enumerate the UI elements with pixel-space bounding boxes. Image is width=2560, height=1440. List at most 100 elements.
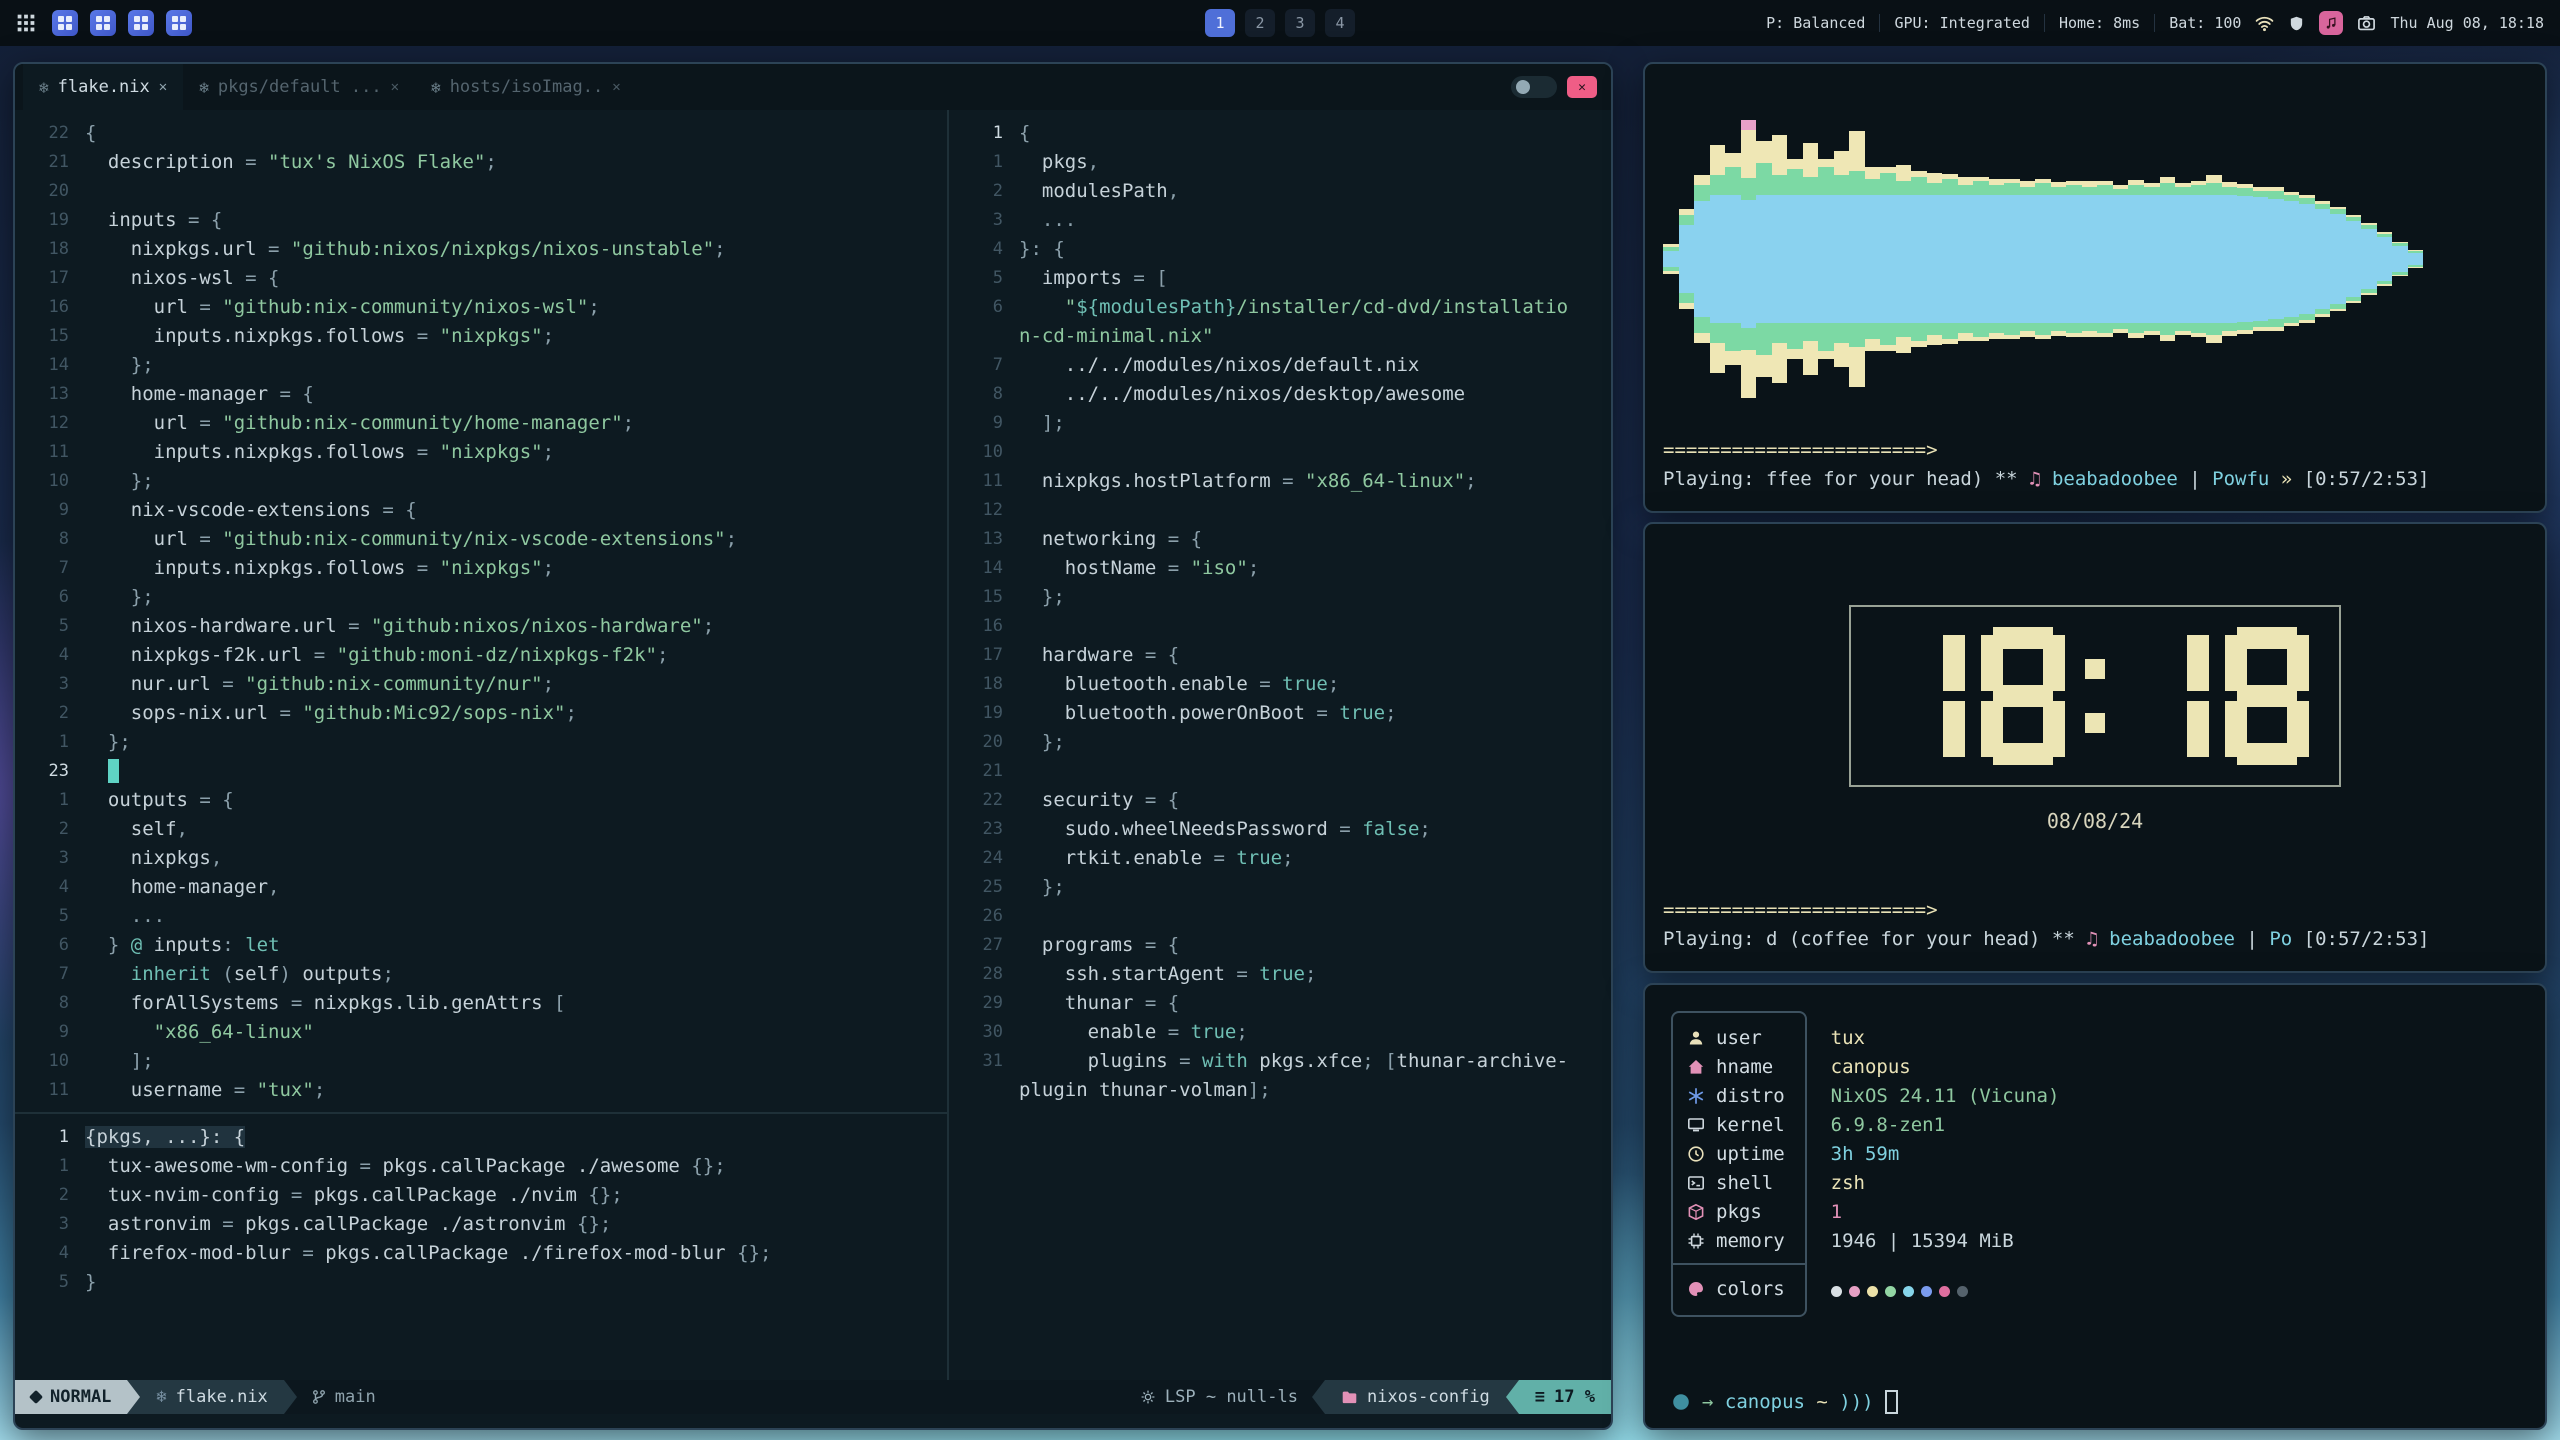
pane-iso-image[interactable]: 1{1 pkgs,2 modulesPath,3 ...4}: {5 impor… [949,110,1611,1380]
code-line[interactable]: 9 ]; [957,408,1611,437]
code-line[interactable]: 8 ../../modules/nixos/desktop/awesome [957,379,1611,408]
code-line[interactable]: 18 bluetooth.enable = true; [957,669,1611,698]
code-line[interactable]: 3 nixpkgs, [23,843,947,872]
tab-close-icon[interactable]: ✕ [159,79,167,95]
code-line[interactable]: 21 description = "tux's NixOS Flake"; [23,147,947,176]
code-line[interactable]: n-cd-minimal.nix" [957,321,1611,350]
tab-close-icon[interactable]: ✕ [391,79,399,95]
code-line[interactable]: 8 forAllSystems = nixpkgs.lib.genAttrs [ [23,988,947,1017]
code-line[interactable]: 1 outputs = { [23,785,947,814]
code-line[interactable]: 1{pkgs, ...}: { [23,1122,947,1151]
code-line[interactable]: 26 [957,901,1611,930]
code-line[interactable]: 3 ... [957,205,1611,234]
code-line[interactable]: 6 } @ inputs: let [23,930,947,959]
code-line[interactable]: 25 }; [957,872,1611,901]
code-line[interactable]: 3 nur.url = "github:nix-community/nur"; [23,669,947,698]
workspace-tag-4[interactable]: 4 [1325,9,1355,37]
code-line[interactable]: 5 imports = [ [957,263,1611,292]
code-line[interactable]: 23 sudo.wheelNeedsPassword = false; [957,814,1611,843]
workspace-tag-1[interactable]: 1 [1205,9,1235,37]
code-line[interactable]: 12 url = "github:nix-community/home-mana… [23,408,947,437]
workspace-tag-2[interactable]: 2 [1245,9,1275,37]
code-line[interactable]: 27 programs = { [957,930,1611,959]
code-line[interactable]: 19 bluetooth.powerOnBoot = true; [957,698,1611,727]
pinned-app-2-icon[interactable] [90,10,116,36]
code-line[interactable]: 23 [23,756,947,785]
code-line[interactable]: 20 }; [957,727,1611,756]
code-line[interactable]: 4}: { [957,234,1611,263]
code-line[interactable]: 6 "${modulesPath}/installer/cd-dvd/insta… [957,292,1611,321]
shell-prompt[interactable]: → canopus ~ ))) [1645,1390,2545,1428]
code-line[interactable]: 29 thunar = { [957,988,1611,1017]
code-line[interactable]: 1{ [957,118,1611,147]
code-line[interactable]: 30 enable = true; [957,1017,1611,1046]
code-line[interactable]: 3 astronvim = pkgs.callPackage ./astronv… [23,1209,947,1238]
code-line[interactable]: 11 username = "tux"; [23,1075,947,1104]
music-player-icon[interactable] [2319,11,2343,35]
pane-flake-nix[interactable]: 22{21 description = "tux's NixOS Flake";… [15,110,947,1112]
code-line[interactable]: 10 }; [23,466,947,495]
code-line[interactable]: 15 }; [957,582,1611,611]
app-grid-icon[interactable] [16,13,36,33]
clock-label[interactable]: Thu Aug 08, 18:18 [2390,14,2544,32]
code-line[interactable]: 21 [957,756,1611,785]
code-line[interactable]: 17 nixos-wsl = { [23,263,947,292]
code-line[interactable]: 2 tux-nvim-config = pkgs.callPackage ./n… [23,1180,947,1209]
code-line[interactable]: 6 }; [23,582,947,611]
workspace-tag-3[interactable]: 3 [1285,9,1315,37]
code-line[interactable]: 4 home-manager, [23,872,947,901]
code-line[interactable]: 7 inherit (self) outputs; [23,959,947,988]
code-line[interactable]: 15 inputs.nixpkgs.follows = "nixpkgs"; [23,321,947,350]
code-line[interactable]: 20 [23,176,947,205]
code-line[interactable]: plugin thunar-volman]; [957,1075,1611,1104]
code-line[interactable]: 4 firefox-mod-blur = pkgs.callPackage ./… [23,1238,947,1267]
code-line[interactable]: 24 rtkit.enable = true; [957,843,1611,872]
code-line[interactable]: 18 nixpkgs.url = "github:nixos/nixpkgs/n… [23,234,947,263]
code-line[interactable]: 2 sops-nix.url = "github:Mic92/sops-nix"… [23,698,947,727]
code-line[interactable]: 28 ssh.startAgent = true; [957,959,1611,988]
code-line[interactable]: 9 nix-vscode-extensions = { [23,495,947,524]
code-line[interactable]: 4 nixpkgs-f2k.url = "github:moni-dz/nixp… [23,640,947,669]
code-line[interactable]: 1 tux-awesome-wm-config = pkgs.callPacka… [23,1151,947,1180]
code-line[interactable]: 7 inputs.nixpkgs.follows = "nixpkgs"; [23,553,947,582]
code-line[interactable]: 19 inputs = { [23,205,947,234]
buffer-tab-pkgs-default-[interactable]: ❄pkgs/default ...✕ [183,64,415,110]
tab-close-icon[interactable]: ✕ [612,79,620,95]
code-line[interactable]: 11 inputs.nixpkgs.follows = "nixpkgs"; [23,437,947,466]
code-line[interactable]: 22 security = { [957,785,1611,814]
shield-icon[interactable] [2288,15,2305,32]
pinned-app-1-icon[interactable] [52,10,78,36]
code-line[interactable]: 1 pkgs, [957,147,1611,176]
code-line[interactable]: 8 url = "github:nix-community/nix-vscode… [23,524,947,553]
pane-pkgs-default-nix[interactable]: 1{pkgs, ...}: {1 tux-awesome-wm-config =… [15,1112,947,1380]
pinned-app-4-icon[interactable] [166,10,192,36]
camera-icon[interactable] [2357,14,2376,33]
code-line[interactable]: 16 url = "github:nix-community/nixos-wsl… [23,292,947,321]
buffer-tab-hosts-isoImag-[interactable]: ❄hosts/isoImag..✕ [415,64,637,110]
pinned-app-3-icon[interactable] [128,10,154,36]
code-line[interactable]: 5 nixos-hardware.url = "github:nixos/nix… [23,611,947,640]
buffer-tab-flake-nix[interactable]: ❄flake.nix✕ [23,64,183,110]
titlebar-toggle[interactable] [1511,76,1557,98]
code-line[interactable]: 14 hostName = "iso"; [957,553,1611,582]
code-line[interactable]: 13 networking = { [957,524,1611,553]
code-line[interactable]: 1 }; [23,727,947,756]
code-line[interactable]: 10 ]; [23,1046,947,1075]
code-line[interactable]: 2 self, [23,814,947,843]
code-line[interactable]: 5} [23,1267,947,1296]
window-close-button[interactable]: ✕ [1567,76,1597,98]
code-line[interactable]: 7 ../../modules/nixos/default.nix [957,350,1611,379]
code-line[interactable]: 11 nixpkgs.hostPlatform = "x86_64-linux"… [957,466,1611,495]
code-line[interactable]: 14 }; [23,350,947,379]
code-line[interactable]: 17 hardware = { [957,640,1611,669]
code-line[interactable]: 2 modulesPath, [957,176,1611,205]
wifi-icon[interactable] [2255,14,2274,33]
code-line[interactable]: 12 [957,495,1611,524]
code-line[interactable]: 16 [957,611,1611,640]
code-line[interactable]: 31 plugins = with pkgs.xfce; [thunar-arc… [957,1046,1611,1075]
code-line[interactable]: 9 "x86_64-linux" [23,1017,947,1046]
code-line[interactable]: 5 ... [23,901,947,930]
code-line[interactable]: 22{ [23,118,947,147]
code-line[interactable]: 13 home-manager = { [23,379,947,408]
code-line[interactable]: 10 [957,437,1611,466]
